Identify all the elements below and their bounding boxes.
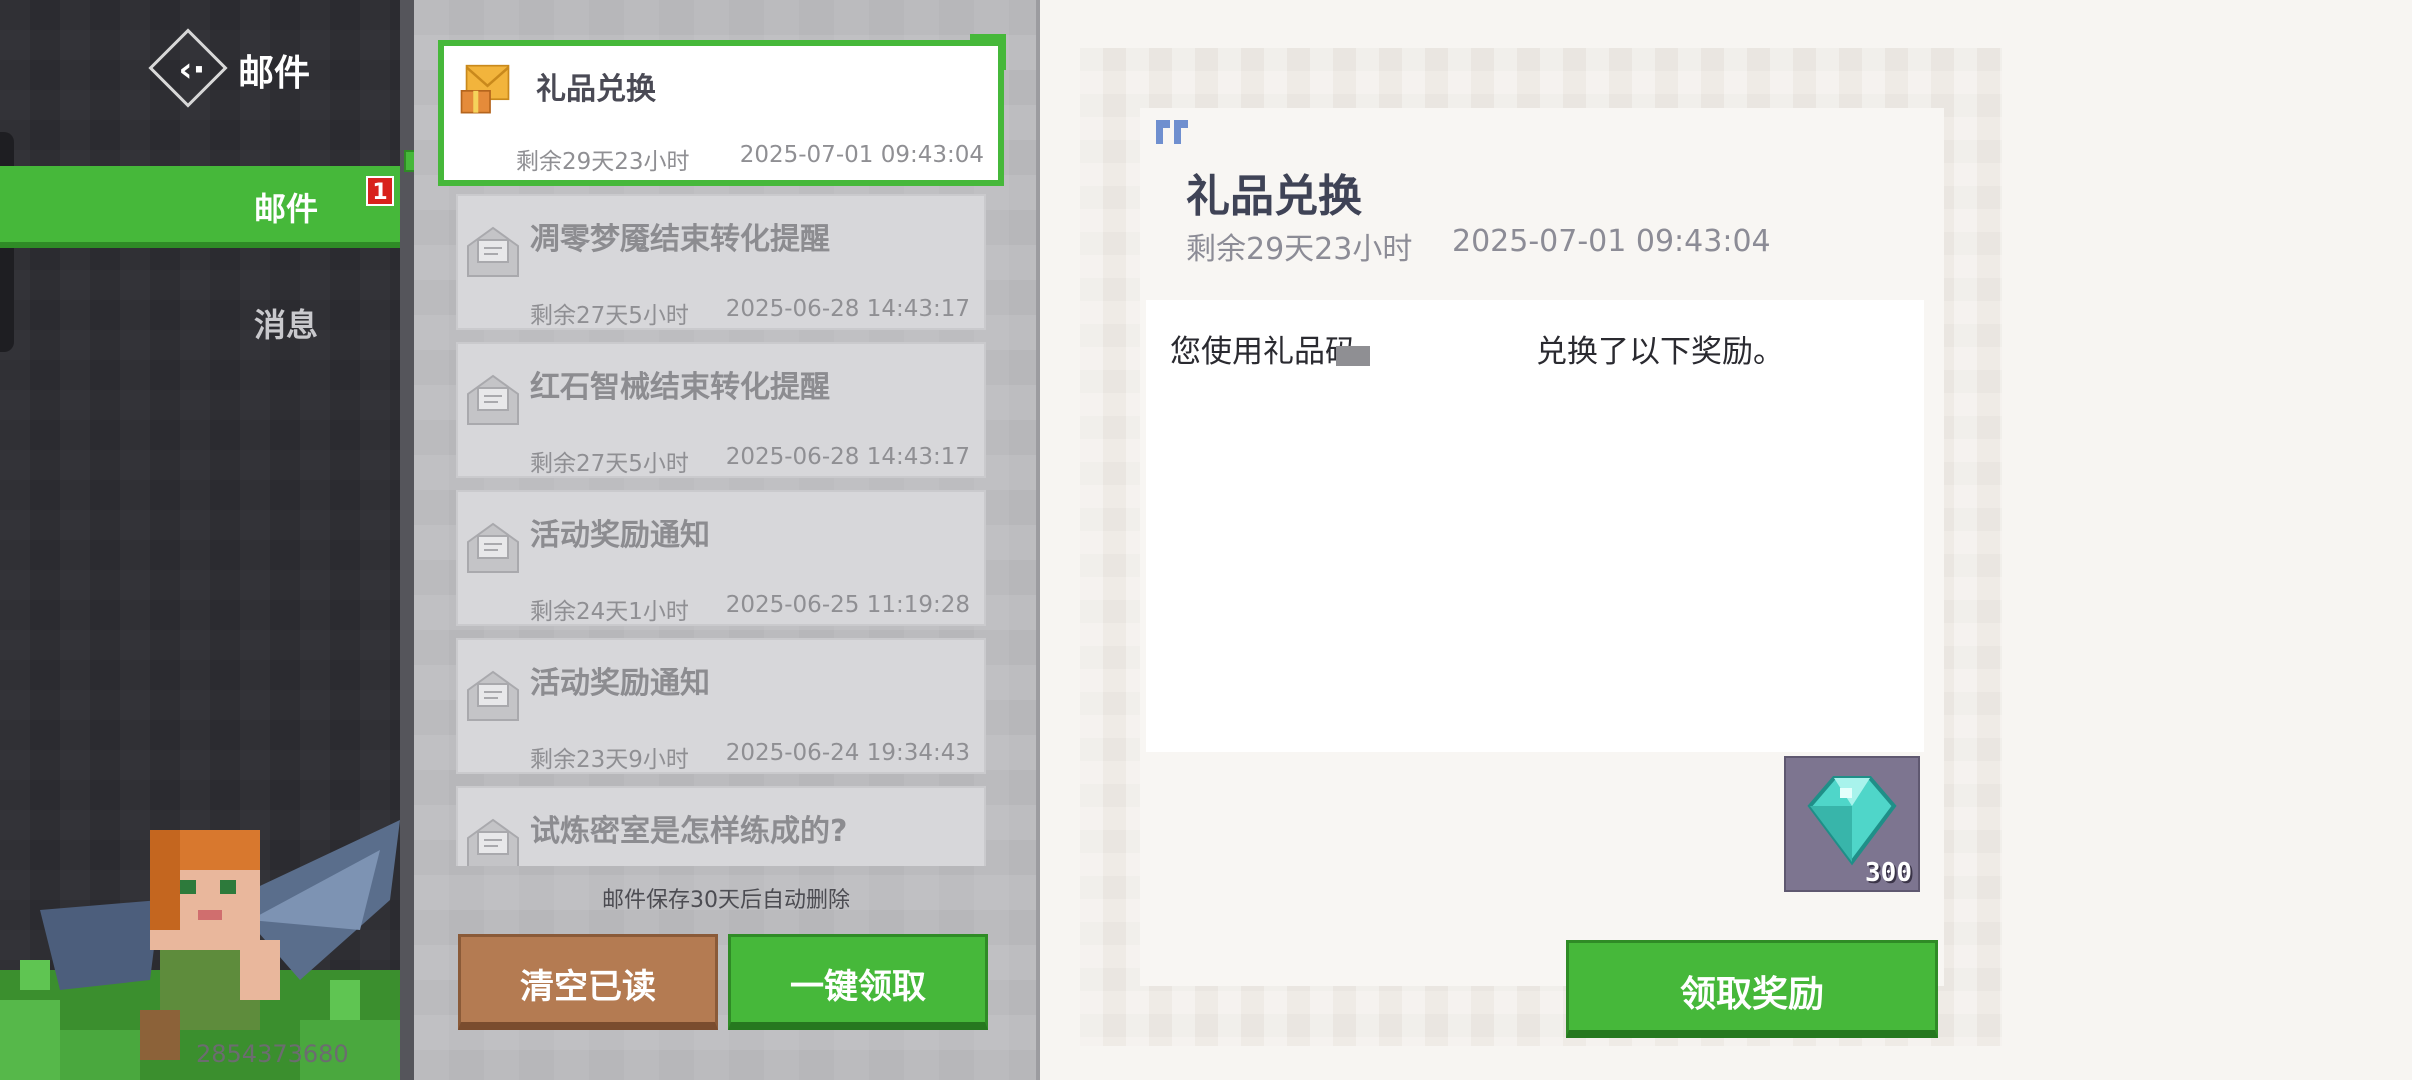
quote-icon (1156, 120, 1188, 144)
tab-messages[interactable]: 消息 (0, 290, 400, 350)
character-illustration (0, 820, 400, 1080)
claim-reward-label: 领取奖励 (1679, 974, 1824, 1015)
mail-item[interactable]: 凋零梦魇结束转化提醒 剩余27天5小时 2025-06-28 14:43:17 (456, 194, 986, 330)
mail-remaining: 剩余24天1小时 (530, 599, 689, 625)
player-id: 2854373680 (196, 1040, 349, 1068)
claim-reward-button[interactable]: 领取奖励 (1566, 940, 1938, 1038)
mail-date: 2025-06-28 14:43:17 (725, 444, 970, 470)
sidebar: ‹· 邮件 邮件 1 消息 2854373680 (0, 0, 400, 1080)
redaction-mark (1336, 346, 1370, 366)
tab-mail-label: 邮件 (254, 190, 319, 228)
mail-item[interactable]: 试炼密室是怎样练成的? (456, 786, 986, 866)
mail-title: 凋零梦魇结束转化提醒 (530, 222, 830, 257)
mail-item[interactable]: 红石智械结束转化提醒 剩余27天5小时 2025-06-28 14:43:17 (456, 342, 986, 478)
diamond-icon (1807, 776, 1897, 866)
claim-all-label: 一键领取 (790, 967, 926, 1007)
mail-item[interactable]: 活动奖励通知 剩余23天9小时 2025-06-24 19:34:43 (456, 638, 986, 774)
detail-date: 2025-07-01 09:43:04 (1452, 224, 1771, 259)
envelope-open-icon (467, 818, 519, 866)
back-arrow-icon: ‹· (178, 50, 206, 90)
envelope-open-icon (467, 226, 519, 277)
mail-remaining: 剩余27天5小时 (530, 303, 689, 329)
mail-item-selected[interactable]: 礼品兑换 剩余29天23小时 2025-07-01 09:43:04 (438, 40, 1004, 186)
reward-item[interactable]: 300 (1784, 756, 1920, 892)
unread-badge: 1 (366, 176, 394, 206)
gift-mail-icon (460, 64, 510, 114)
tab-messages-label: 消息 (254, 306, 319, 344)
back-button[interactable]: ‹· (148, 28, 230, 110)
detail-body-suffix: 兑换了以下奖励。 (1536, 334, 1784, 370)
auto-delete-note: 邮件保存30天后自动删除 (602, 888, 850, 913)
detail-body: 您使用礼品码 兑换了以下奖励。 (1170, 326, 1784, 371)
panel-divider (1036, 0, 1040, 1080)
mail-remaining: 剩余23天9小时 (530, 747, 689, 773)
envelope-open-icon (467, 670, 519, 721)
mail-title: 活动奖励通知 (530, 666, 710, 701)
envelope-open-icon (467, 374, 519, 425)
mail-list[interactable]: 凋零梦魇结束转化提醒 剩余27天5小时 2025-06-28 14:43:17 … (440, 186, 1000, 866)
mail-date: 2025-07-01 09:43:04 (739, 142, 984, 168)
mail-date: 2025-06-28 14:43:17 (725, 296, 970, 322)
page-title: 邮件 (238, 53, 311, 94)
mail-date: 2025-06-25 11:19:28 (725, 592, 970, 618)
mail-date: 2025-06-24 19:34:43 (725, 740, 970, 766)
clear-read-label: 清空已读 (520, 967, 656, 1007)
mail-title: 试炼密室是怎样练成的? (530, 814, 848, 849)
mail-remaining: 剩余27天5小时 (530, 451, 689, 477)
mail-title: 红石智械结束转化提醒 (530, 370, 830, 405)
claim-all-button[interactable]: 一键领取 (728, 934, 988, 1030)
mail-title: 礼品兑换 (536, 72, 656, 107)
mail-title: 活动奖励通知 (530, 518, 710, 553)
clear-read-button[interactable]: 清空已读 (458, 934, 718, 1030)
detail-remaining: 剩余29天23小时 (1186, 232, 1413, 267)
reward-count: 300 (1865, 858, 1912, 888)
tab-mail[interactable]: 邮件 1 (0, 166, 400, 248)
detail-body-prefix: 您使用礼品码 (1170, 334, 1356, 370)
detail-title: 礼品兑换 (1186, 171, 1362, 222)
envelope-open-icon (467, 522, 519, 573)
mail-item[interactable]: 活动奖励通知 剩余24天1小时 2025-06-25 11:19:28 (456, 490, 986, 626)
mail-remaining: 剩余29天23小时 (516, 149, 690, 175)
